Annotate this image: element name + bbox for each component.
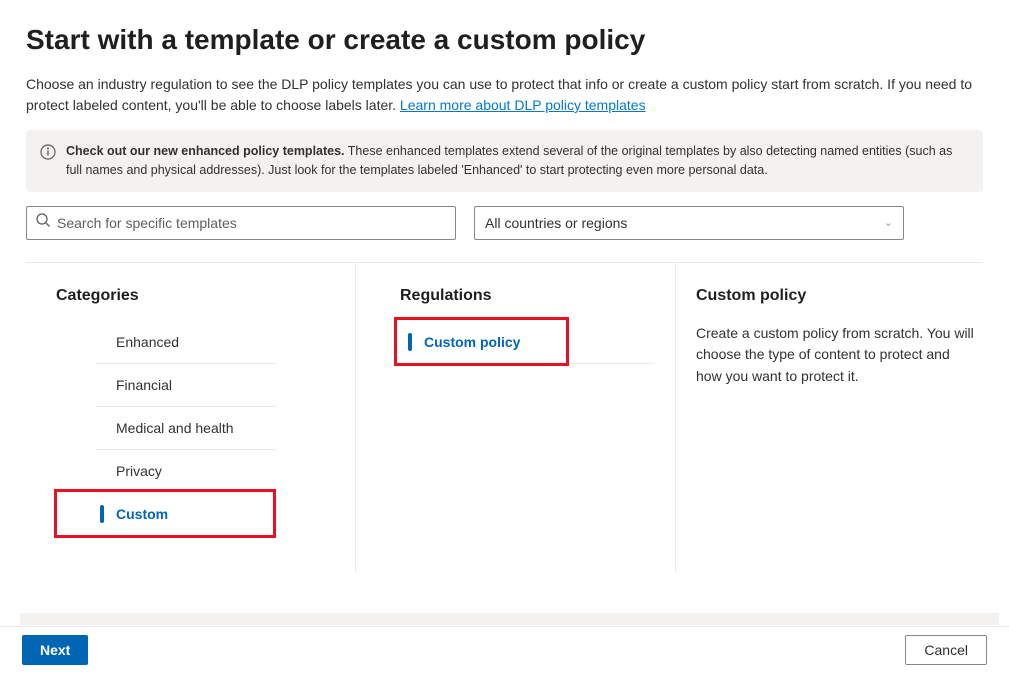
learn-more-link[interactable]: Learn more about DLP policy templates [400,97,646,113]
search-input[interactable] [57,215,447,231]
info-bold: Check out our new enhanced policy templa… [66,144,345,158]
region-dropdown[interactable]: All countries or regions ⌄ [474,206,904,240]
next-button[interactable]: Next [22,635,88,665]
horizontal-scrollbar[interactable] [20,613,999,625]
detail-description: Create a custom policy from scratch. You… [696,323,976,388]
chevron-down-icon: ⌄ [884,216,893,229]
info-banner: Check out our new enhanced policy templa… [26,130,983,192]
regulations-list: Custom policy [400,321,655,364]
categories-heading: Categories [56,287,335,305]
search-box[interactable] [26,206,456,240]
cancel-button[interactable]: Cancel [905,635,987,665]
info-icon [40,144,56,160]
search-icon [35,212,57,233]
detail-title: Custom policy [696,287,983,305]
category-item-financial[interactable]: Financial [96,364,276,407]
category-item-custom[interactable]: Custom [96,493,276,536]
intro-paragraph: Choose an industry regulation to see the… [26,74,983,116]
category-item-medical[interactable]: Medical and health [96,407,276,450]
categories-column: Categories Enhanced Financial Medical an… [26,263,356,572]
footer-bar: Next Cancel [0,626,1009,673]
categories-list: Enhanced Financial Medical and health Pr… [96,321,276,536]
regulation-item-custom-policy[interactable]: Custom policy [400,321,655,364]
category-item-enhanced[interactable]: Enhanced [96,321,276,364]
page-title: Start with a template or create a custom… [26,24,983,56]
details-column: Custom policy Create a custom policy fro… [676,263,983,572]
region-dropdown-value: All countries or regions [485,215,627,231]
regulations-heading: Regulations [400,287,655,305]
regulations-column: Regulations Custom policy [376,263,676,572]
category-item-privacy[interactable]: Privacy [96,450,276,493]
info-text: Check out our new enhanced policy templa… [66,142,969,180]
